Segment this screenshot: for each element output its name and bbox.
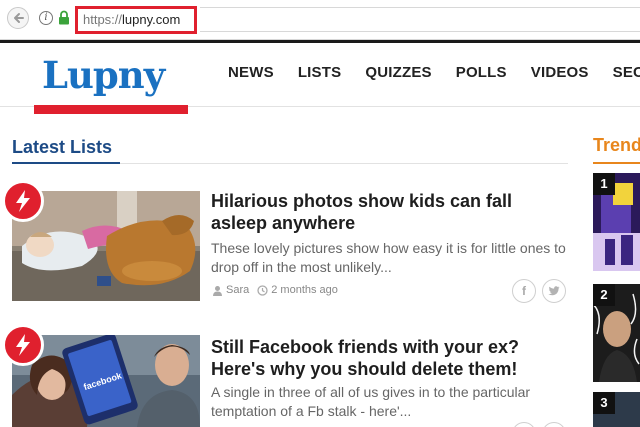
article-author[interactable]: Sara — [212, 284, 249, 296]
twitter-share-button[interactable] — [542, 279, 566, 303]
time-text: 2 months ago — [271, 284, 338, 296]
clock-icon — [257, 284, 268, 296]
article-meta: Sara 2 months ago — [212, 284, 338, 296]
article-excerpt: These lovely pictures show how easy it i… — [211, 240, 566, 275]
nav-item-polls[interactable]: POLLS — [456, 64, 507, 88]
main-nav: NEWS LISTS QUIZZES POLLS VIDEOS SECT — [228, 64, 640, 88]
nav-item-videos[interactable]: VIDEOS — [531, 64, 589, 88]
facebook-share-button[interactable]: f — [512, 279, 536, 303]
nav-item-quizzes[interactable]: QUIZZES — [365, 64, 431, 88]
nav-item-sections[interactable]: SECT — [613, 64, 640, 88]
nav-item-lists[interactable]: LISTS — [298, 64, 342, 88]
article-title[interactable]: Hilarious photos show kids can fall asle… — [211, 190, 571, 234]
site-logo[interactable]: Lupny — [42, 53, 165, 97]
lightning-bolt-icon — [16, 190, 30, 212]
browser-toolbar: i https://lupny.com — [0, 0, 640, 40]
article-excerpt: A single in three of all of us gives in … — [211, 384, 531, 419]
trending-item[interactable]: 2 — [593, 284, 640, 382]
address-bar-extension[interactable] — [200, 7, 640, 32]
logo-underline — [34, 105, 188, 114]
twitter-icon — [548, 286, 560, 296]
trending-rank: 2 — [593, 284, 615, 306]
section-divider — [120, 163, 568, 164]
section-title: Latest Lists — [12, 137, 113, 157]
trending-item[interactable]: 1 — [593, 173, 640, 271]
url-host: lupny.com — [122, 12, 181, 27]
trending-item[interactable]: 3 — [593, 392, 640, 427]
trending-badge — [2, 324, 44, 366]
nav-item-news[interactable]: NEWS — [228, 64, 274, 88]
facebook-share-button[interactable]: f — [512, 422, 536, 427]
trending-rank: 1 — [593, 173, 615, 195]
article-time: 2 months ago — [257, 284, 338, 296]
trending-rank: 3 — [593, 392, 615, 414]
arrow-left-icon — [14, 13, 24, 23]
back-button[interactable] — [7, 7, 29, 29]
article-title[interactable]: Still Facebook friends with your ex? Her… — [211, 336, 571, 380]
trending-underline — [593, 162, 640, 164]
user-icon — [213, 285, 222, 296]
address-bar[interactable]: https://lupny.com — [75, 6, 197, 34]
facebook-icon: f — [522, 284, 526, 298]
twitter-share-button[interactable] — [542, 422, 566, 427]
info-icon[interactable]: i — [39, 11, 53, 25]
trending-badge — [2, 180, 44, 222]
url-scheme: https:// — [83, 12, 123, 27]
trending-title: Trend — [593, 135, 640, 155]
lock-icon — [59, 10, 69, 25]
page: i https://lupny.com Lupny NEWS LISTS QUI… — [0, 0, 640, 427]
author-name: Sara — [226, 284, 250, 296]
lightning-bolt-icon — [16, 334, 30, 356]
section-underline — [12, 162, 120, 164]
